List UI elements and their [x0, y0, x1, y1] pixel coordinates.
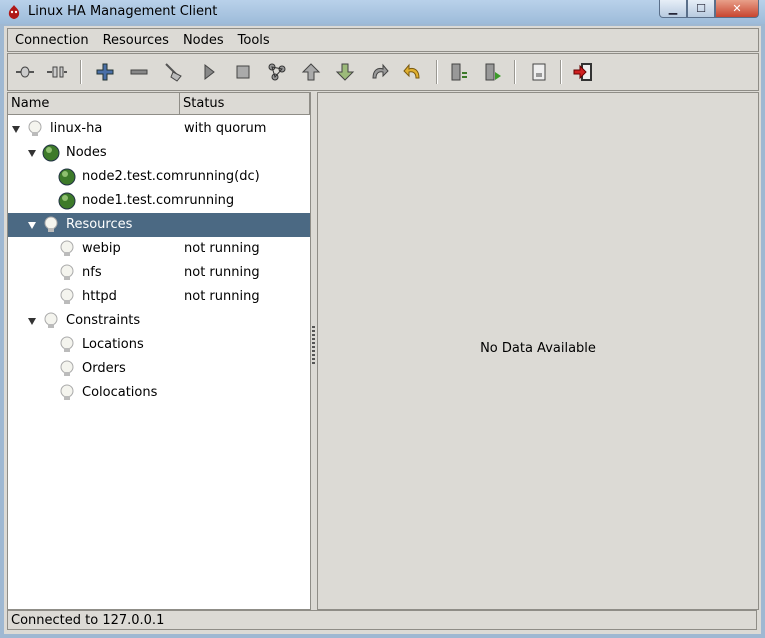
start-icon[interactable]	[196, 59, 222, 85]
expand-arrow-icon[interactable]	[28, 222, 36, 229]
view-icon[interactable]	[526, 59, 552, 85]
detail-pane: No Data Available	[317, 92, 759, 610]
add-icon[interactable]	[92, 59, 118, 85]
undo-icon[interactable]	[400, 59, 426, 85]
tree-row-nfs[interactable]: nfs not running	[8, 261, 310, 285]
tree-row-colocations[interactable]: Colocations	[8, 381, 310, 405]
expand-arrow-icon[interactable]	[28, 318, 36, 325]
node-status-icon	[42, 144, 60, 162]
redo-icon[interactable]	[366, 59, 392, 85]
bulb-icon	[44, 216, 58, 232]
status-bar: Connected to 127.0.0.1	[7, 610, 757, 630]
tree-row-label: webip	[82, 241, 121, 256]
tree-row-constraints[interactable]: Constraints	[8, 309, 310, 333]
menu-connection[interactable]: Connection	[8, 33, 96, 48]
column-header-status[interactable]: Status	[180, 93, 310, 115]
client-area: Connection Resources Nodes Tools Name St…	[4, 26, 761, 634]
tree-row-status: not running	[184, 241, 260, 256]
resource-tree[interactable]: Name Status linux-ha with quorum Nodes n…	[7, 92, 311, 610]
node-status-icon	[58, 192, 76, 210]
remove-icon[interactable]	[126, 59, 152, 85]
bulb-icon	[60, 360, 74, 376]
tree-row-label: node2.test.com	[82, 169, 184, 184]
connect-icon[interactable]	[12, 59, 38, 85]
node-status-icon	[58, 168, 76, 186]
standby-icon[interactable]	[446, 59, 472, 85]
tree-row-label: linux-ha	[50, 121, 103, 136]
tree-row-status: not running	[184, 265, 260, 280]
tree-row-locations[interactable]: Locations	[8, 333, 310, 357]
bulb-icon	[60, 240, 74, 256]
maximize-button[interactable]: ☐	[687, 0, 715, 18]
bulb-icon	[60, 336, 74, 352]
menu-nodes[interactable]: Nodes	[176, 33, 231, 48]
tree-row-linux-ha[interactable]: linux-ha with quorum	[8, 117, 310, 141]
expand-arrow-icon[interactable]	[12, 126, 20, 133]
window-title: Linux HA Management Client	[28, 4, 218, 19]
toolbar-separator	[80, 60, 82, 84]
move-up-icon[interactable]	[298, 59, 324, 85]
bulb-icon	[60, 264, 74, 280]
menu-resources[interactable]: Resources	[96, 33, 176, 48]
tree-row-label: Locations	[82, 337, 144, 352]
stop-icon[interactable]	[230, 59, 256, 85]
tree-row-webip[interactable]: webip not running	[8, 237, 310, 261]
tree-row-label: Resources	[66, 217, 133, 232]
tree-row-nodes[interactable]: Nodes	[8, 141, 310, 165]
move-down-icon[interactable]	[332, 59, 358, 85]
exit-icon[interactable]	[570, 59, 596, 85]
tree-row-status: running(dc)	[184, 169, 260, 184]
tree-row-node2[interactable]: node2.test.com running(dc)	[8, 165, 310, 189]
column-header-name[interactable]: Name	[8, 93, 180, 115]
expand-arrow-icon[interactable]	[28, 150, 36, 157]
menu-tools[interactable]: Tools	[231, 33, 277, 48]
tree-row-resources[interactable]: Resources	[8, 213, 310, 237]
pane-splitter[interactable]	[312, 326, 315, 366]
minimize-button[interactable]: ▁	[659, 0, 687, 18]
toolbar-separator	[514, 60, 516, 84]
tree-row-node1[interactable]: node1.test.com running	[8, 189, 310, 213]
tree-row-label: Nodes	[66, 145, 107, 160]
tree-row-label: Orders	[82, 361, 126, 376]
bulb-icon	[60, 384, 74, 400]
toolbar	[7, 53, 759, 91]
toolbar-separator	[436, 60, 438, 84]
window-controls: ▁ ☐ ✕	[659, 0, 759, 18]
menu-bar: Connection Resources Nodes Tools	[7, 28, 759, 52]
bulb-icon	[60, 288, 74, 304]
bulb-icon	[28, 120, 42, 136]
tree-row-label: nfs	[82, 265, 102, 280]
no-data-message: No Data Available	[480, 341, 596, 356]
tree-row-label: node1.test.com	[82, 193, 184, 208]
tree-row-label: Colocations	[82, 385, 158, 400]
toolbar-separator	[560, 60, 562, 84]
active-icon[interactable]	[480, 59, 506, 85]
heartbeat-app-icon	[8, 5, 20, 19]
tree-row-label: httpd	[82, 289, 117, 304]
close-button[interactable]: ✕	[715, 0, 759, 18]
tree-row-orders[interactable]: Orders	[8, 357, 310, 381]
disconnect-icon[interactable]	[44, 59, 70, 85]
title-bar: Linux HA Management Client ▁ ☐ ✕	[0, 0, 765, 24]
migrate-icon[interactable]	[264, 59, 290, 85]
bulb-icon	[44, 312, 58, 328]
tree-row-httpd[interactable]: httpd not running	[8, 285, 310, 309]
tree-row-status: with quorum	[184, 121, 267, 136]
tree-row-status: running	[184, 193, 235, 208]
cleanup-icon[interactable]	[160, 59, 186, 85]
tree-row-label: Constraints	[66, 313, 141, 328]
tree-row-status: not running	[184, 289, 260, 304]
